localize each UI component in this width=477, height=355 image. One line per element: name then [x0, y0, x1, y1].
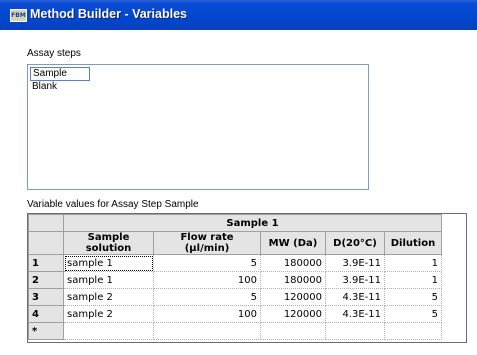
column-header-diffusion[interactable]: D(20°C): [325, 231, 385, 255]
row-number[interactable]: 1: [28, 254, 64, 272]
cell-flow-rate[interactable]: 100: [153, 305, 261, 323]
table-row[interactable]: 3 sample 2 5 120000 4.3E-11 5: [28, 288, 442, 306]
title-bar[interactable]: FBM Method Builder - Variables: [0, 0, 477, 30]
cell-sample-solution[interactable]: sample 2: [63, 288, 154, 306]
corner-header: [28, 214, 64, 232]
assay-steps-list[interactable]: Sample Blank: [27, 64, 369, 190]
column-header-flow-rate[interactable]: Flow rate (µl/min): [153, 231, 261, 255]
cell-mw[interactable]: 180000: [260, 271, 326, 289]
variables-grid[interactable]: Sample 1 Sample solution Flow rate (µl/m…: [27, 213, 467, 343]
new-cell[interactable]: [153, 322, 261, 340]
cell-dilution[interactable]: 1: [384, 271, 442, 289]
row-header-blank: [28, 231, 64, 255]
cell-sample-solution[interactable]: sample 1: [63, 254, 154, 272]
column-header-sample-solution[interactable]: Sample solution: [63, 231, 154, 255]
column-header-mw[interactable]: MW (Da): [260, 231, 326, 255]
row-number[interactable]: 4: [28, 305, 64, 323]
cell-sample-solution[interactable]: sample 2: [63, 305, 154, 323]
new-cell[interactable]: [260, 322, 326, 340]
left-edge: [0, 30, 26, 355]
new-row-marker[interactable]: *: [28, 322, 64, 340]
row-number[interactable]: 2: [28, 271, 64, 289]
new-row[interactable]: *: [28, 322, 442, 340]
list-item-blank[interactable]: Blank: [30, 81, 57, 93]
cell-dilution[interactable]: 5: [384, 288, 442, 306]
new-cell[interactable]: [384, 322, 442, 340]
row-number[interactable]: 3: [28, 288, 64, 306]
cell-dilution[interactable]: 1: [384, 254, 442, 272]
cell-diffusion[interactable]: 3.9E-11: [325, 254, 385, 272]
list-item-sample[interactable]: Sample: [30, 67, 90, 81]
table-row[interactable]: 1 sample 1 5 180000 3.9E-11 1: [28, 254, 442, 272]
variable-values-label: Variable values for Assay Step Sample: [27, 199, 199, 210]
table-row[interactable]: 2 sample 1 100 180000 3.9E-11 1: [28, 271, 442, 289]
cell-mw[interactable]: 120000: [260, 288, 326, 306]
app-icon: FBM: [10, 9, 27, 22]
cell-mw[interactable]: 120000: [260, 305, 326, 323]
group-header: Sample 1: [63, 214, 442, 232]
new-cell[interactable]: [325, 322, 385, 340]
cell-dilution[interactable]: 5: [384, 305, 442, 323]
table-row[interactable]: 4 sample 2 100 120000 4.3E-11 5: [28, 305, 442, 323]
cell-flow-rate[interactable]: 5: [153, 288, 261, 306]
cell-diffusion[interactable]: 4.3E-11: [325, 305, 385, 323]
assay-steps-label: Assay steps: [27, 48, 81, 59]
new-cell[interactable]: [63, 322, 154, 340]
cell-mw[interactable]: 180000: [260, 254, 326, 272]
cell-flow-rate[interactable]: 5: [153, 254, 261, 272]
cell-flow-rate[interactable]: 100: [153, 271, 261, 289]
cell-sample-solution[interactable]: sample 1: [63, 271, 154, 289]
window-title: Method Builder - Variables: [30, 7, 187, 21]
cell-diffusion[interactable]: 4.3E-11: [325, 288, 385, 306]
column-header-dilution[interactable]: Dilution: [384, 231, 442, 255]
cell-diffusion[interactable]: 3.9E-11: [325, 271, 385, 289]
